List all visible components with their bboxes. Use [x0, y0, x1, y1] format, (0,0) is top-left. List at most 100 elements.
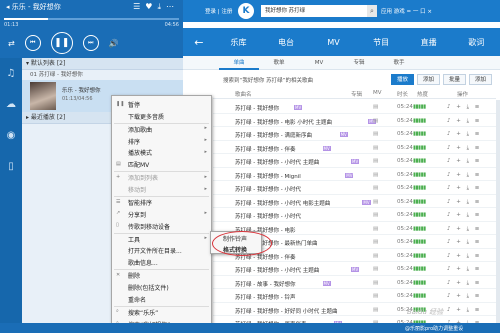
menu-icon[interactable]: ☰ — [133, 2, 145, 11]
add-button[interactable]: 添加 — [468, 74, 492, 85]
mv-badge[interactable]: MV — [339, 132, 348, 137]
row-ops[interactable]: ♪ + ⤓ ≡ — [447, 158, 481, 165]
pause-button[interactable]: ❚❚ — [50, 32, 73, 54]
table-row[interactable]: 苏打绿 - 我好想你 - 满庭新序曲 MV ▤ 05:24 ▮▮▮▮▮ ♪ + ⤓ ≡ — [213, 127, 496, 141]
album-icon[interactable]: ▤ — [373, 226, 378, 232]
row-ops[interactable]: ♪ + ⤓ ≡ — [447, 131, 481, 138]
row-ops[interactable]: ♪ + ⤓ ≡ — [447, 104, 481, 111]
table-row[interactable]: 苏打绿 - 我好想你 - 铃声 ▤ 05:24 ▮▮▮▮▮ ♪ + ⤓ ≡ — [213, 289, 496, 303]
radio-icon[interactable]: ◉ — [7, 130, 16, 141]
title-bar-right[interactable]: 应用 游戏 = 一 口 × — [381, 7, 432, 15]
album-icon[interactable]: ▤ — [373, 293, 378, 299]
album-icon[interactable]: ▤ — [373, 307, 378, 313]
menu-item[interactable]: 工具 — [128, 235, 140, 244]
menu-item[interactable]: 添加歌曲 — [128, 125, 152, 134]
row-ops[interactable]: ♪ + ⤓ ≡ — [447, 239, 481, 246]
progress-bar[interactable] — [4, 18, 179, 20]
row-ops[interactable]: ♪ + ⤓ ≡ — [447, 172, 481, 179]
menu-item[interactable]: 排序 — [128, 137, 140, 146]
row-ops[interactable]: ♪ + ⤓ ≡ — [447, 145, 481, 152]
album-icon[interactable]: ▤ — [373, 239, 378, 245]
menu-item[interactable]: 暂停 — [128, 100, 140, 109]
album-icon[interactable]: ▤ — [373, 104, 378, 110]
next-button[interactable]: ⏭ — [82, 35, 99, 51]
table-row[interactable]: 苏打绿 - 我好想你 - 小时代 电影主题曲 MV ▤ 05:24 ▮▮▮▮▮ ♪ + ⤓… — [213, 195, 496, 208]
playlist-group-default[interactable]: ▾ 默认列表 [2] — [22, 58, 183, 70]
subtab-playlists[interactable]: 歌单 — [259, 56, 299, 70]
music-note-icon[interactable]: ♫ — [7, 68, 16, 79]
tab-library[interactable]: 乐库 — [215, 37, 263, 48]
menu-item[interactable]: 删除(包括文件) — [128, 283, 169, 292]
row-ops[interactable]: ♪ + ⤓ ≡ — [447, 280, 481, 287]
back-arrow-icon[interactable]: ← — [183, 36, 215, 49]
mv-badge[interactable]: MV — [351, 159, 360, 164]
table-row[interactable]: 苏打绿 - 我好想你 - 伴奏 MV ▤ 05:24 ▮▮▮▮▮ ♪ + ⤓ ≡ — [213, 141, 496, 154]
row-ops[interactable]: ♪ + ⤓ ≡ — [447, 226, 481, 233]
album-icon[interactable]: ▤ — [373, 145, 378, 151]
row-ops[interactable]: ♪ + ⤓ ≡ — [447, 185, 481, 192]
menu-item[interactable]: 搜索“乐乐” — [128, 308, 158, 317]
repeat-icon[interactable]: ⇄ — [8, 39, 15, 48]
table-row[interactable]: 苏打绿 - 我好想你 - 小时代 主题曲 MV ▤ 05:24 ▮▮▮▮▮ ♪ + ⤓ ≡ — [213, 154, 496, 168]
menu-item[interactable]: 打开文件所在目录... — [128, 246, 182, 255]
batch-button[interactable]: 批量 — [442, 74, 466, 85]
table-row[interactable]: 苏打绿 - 我好想你 MV ▤ 05:24 ▮▮▮▮▮ ♪ + ⤓ ≡ — [213, 100, 496, 114]
album-icon[interactable]: ▤ — [373, 158, 378, 164]
mv-badge[interactable]: MV — [322, 280, 331, 286]
menu-item[interactable]: 播放模式 — [128, 148, 152, 157]
row-ops[interactable]: ♪ + ⤓ ≡ — [447, 118, 481, 125]
table-row[interactable]: 苏打绿 - 我好想你 - 好好同 小时代 主题曲 ▤ 05:24 ▮▮▮▮▮ ♪ + ⤓… — [213, 303, 496, 316]
volume-icon[interactable]: 🔊 — [109, 39, 119, 48]
album-icon[interactable]: ▤ — [373, 199, 378, 205]
table-row[interactable]: 苏打绿 - 我好想你 - 小时代 ▤ 05:24 ▮▮▮▮▮ ♪ + ⤓ ≡ — [213, 208, 496, 222]
subtab-singers[interactable]: 歌手 — [379, 56, 419, 70]
tab-program[interactable]: 节目 — [357, 37, 405, 48]
tab-lyrics[interactable]: 歌词 — [452, 37, 500, 48]
album-icon[interactable]: ▤ — [373, 253, 378, 259]
album-icon[interactable]: ▤ — [373, 266, 378, 272]
table-row[interactable]: 苏打绿 - 故事 - 我好想你 MV ▤ 05:24 ▮▮▮▮▮ ♪ + ⤓ ≡ — [213, 276, 496, 289]
album-icon[interactable]: ▤ — [373, 185, 378, 191]
row-ops[interactable]: ♪ + ⤓ ≡ — [447, 253, 481, 260]
table-row[interactable]: 苏打绿 - 我好想你 - Mignil MV ▤ 05:24 ▮▮▮▮▮ ♪ + ⤓ ≡ — [213, 168, 496, 181]
subtab-mv[interactable]: MV — [299, 56, 339, 70]
row-ops[interactable]: ♪ + ⤓ ≡ — [447, 293, 481, 300]
menu-item[interactable]: 歌曲信息... — [128, 258, 158, 267]
menu-item[interactable]: 传歌到移动设备 — [128, 222, 170, 231]
row-ops[interactable]: ♪ + ⤓ ≡ — [447, 199, 481, 206]
cloud-icon[interactable]: ☁ — [6, 99, 16, 110]
play-all-button[interactable]: 播放 — [390, 74, 414, 85]
login-link[interactable]: 登录 | 注册 — [205, 7, 232, 15]
heart-icon[interactable]: ♥ — [145, 2, 157, 11]
search-icon[interactable]: ⌕ — [367, 5, 377, 17]
row-ops[interactable]: ♪ + ⤓ ≡ — [447, 212, 481, 219]
subtab-albums[interactable]: 专辑 — [339, 56, 379, 70]
row-ops[interactable]: ♪ + ⤓ ≡ — [447, 307, 481, 314]
list-item[interactable]: 01 苏打绿 - 我好想你 — [22, 70, 183, 80]
album-icon[interactable]: ▤ — [373, 118, 378, 124]
album-icon[interactable]: ▤ — [373, 280, 378, 286]
album-icon[interactable]: ▤ — [373, 131, 378, 137]
table-row[interactable]: 苏打绿 - 我好想你 - 电影 小时代 主题曲 MV ▤ 05:24 ▮▮▮▮▮ ♪ + … — [213, 114, 496, 127]
mv-badge[interactable]: MV — [322, 145, 331, 151]
mv-badge[interactable]: MV — [294, 105, 303, 110]
album-icon[interactable]: ▤ — [373, 172, 378, 178]
tab-mv[interactable]: MV — [310, 38, 358, 47]
menu-item[interactable]: 删除 — [128, 271, 140, 280]
menu-item[interactable]: 分享到 — [128, 210, 146, 219]
search-input[interactable] — [261, 5, 367, 17]
table-row[interactable]: 苏打绿 - 我好想你 - 小时代 主题曲 MV ▤ 05:24 ▮▮▮▮▮ ♪ + ⤓ ≡ — [213, 262, 496, 276]
mv-badge[interactable]: MV — [345, 172, 354, 178]
add-all-button[interactable]: 添加 — [416, 74, 440, 85]
scrollbar[interactable] — [496, 100, 500, 323]
more-icon[interactable]: ⋯ — [166, 2, 179, 11]
subtab-songs[interactable]: 单曲 — [219, 56, 259, 70]
menu-item[interactable]: 匹配MV — [128, 160, 149, 169]
menu-item[interactable]: 重命名 — [128, 295, 146, 304]
phone-icon[interactable]: ▯ — [8, 161, 14, 172]
tab-radio[interactable]: 电台 — [262, 37, 310, 48]
mv-badge[interactable]: MV — [362, 199, 371, 205]
mv-badge[interactable]: MV — [351, 267, 360, 272]
download-icon[interactable]: ⤓ — [157, 2, 166, 11]
prev-button[interactable]: ⏮ — [24, 35, 41, 51]
